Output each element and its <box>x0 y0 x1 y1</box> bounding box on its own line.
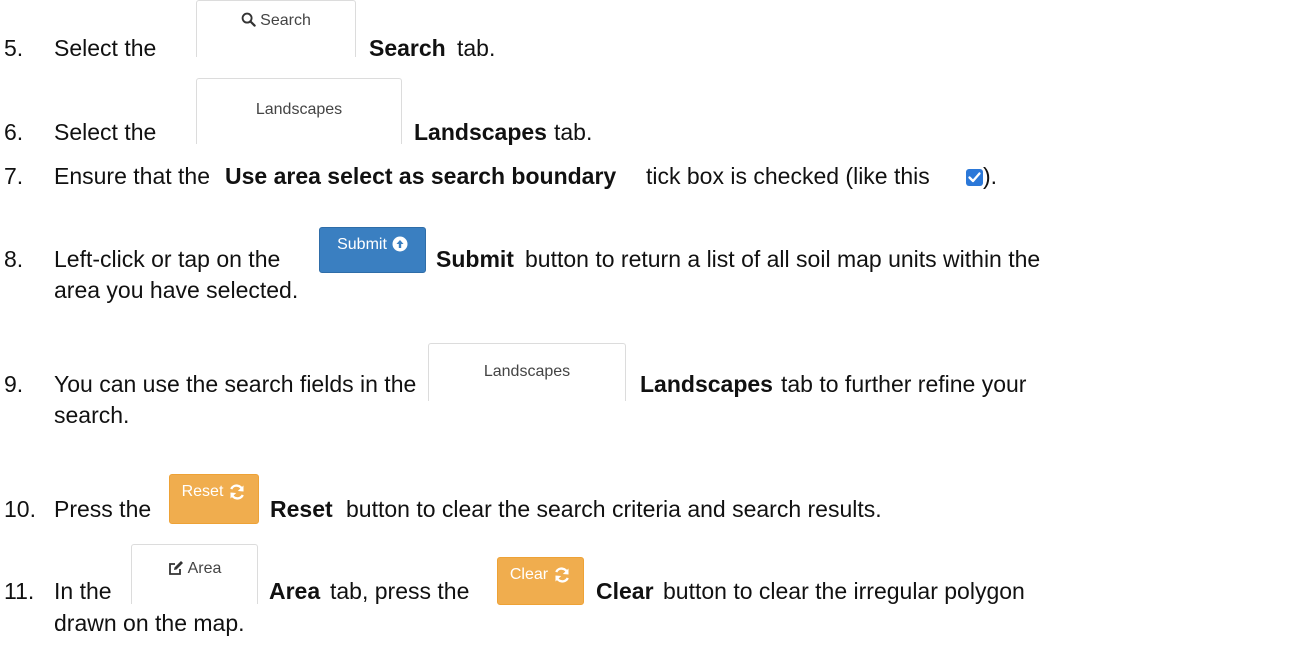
step-text-continued: search. <box>54 402 130 428</box>
step-text: button to return a list of all soil map … <box>525 246 1041 272</box>
button-label: Reset <box>181 483 224 500</box>
arrow-up-circle-icon <box>392 236 408 257</box>
button-label: Submit <box>337 236 387 253</box>
step-number: 10. <box>4 496 36 522</box>
step-text: button to clear the search criteria and … <box>346 496 882 522</box>
button-label: Clear <box>509 566 549 583</box>
tab-landscapes[interactable]: Landscapes <box>196 78 402 144</box>
search-icon <box>241 12 256 32</box>
step-text: You can use the search fields in the <box>54 371 417 397</box>
tab-area[interactable]: Area <box>131 544 258 604</box>
step-number: 7. <box>4 163 24 189</box>
step-number: 11. <box>4 578 35 604</box>
step-text: tab. <box>554 119 593 145</box>
edit-icon <box>168 560 184 581</box>
step-text-continued: drawn on the map. <box>54 610 245 636</box>
tab-label: Landscapes <box>255 101 343 118</box>
step-text-continued: area you have selected. <box>54 277 299 303</box>
step-text: tab. <box>457 35 496 61</box>
step-text: tab, press the <box>330 578 470 604</box>
tab-label: Area <box>187 560 222 577</box>
refresh-icon <box>553 566 571 589</box>
step-text: Press the <box>54 496 152 522</box>
checkbox-checked-icon <box>966 169 983 186</box>
step-number: 9. <box>4 371 24 397</box>
bold-term: Search <box>369 35 446 61</box>
tab-landscapes[interactable]: Landscapes <box>428 343 626 401</box>
step-text: Select the <box>54 35 157 61</box>
step-text: tick box is checked (like this <box>646 163 930 189</box>
bold-term: Landscapes <box>414 119 547 145</box>
tab-search[interactable]: Search <box>196 0 356 57</box>
step-number: 8. <box>4 246 24 272</box>
step-text: In the <box>54 578 112 604</box>
step-text-tail: ). <box>962 163 997 190</box>
step-text: Ensure that the <box>54 163 210 189</box>
tab-label: Search <box>260 12 311 29</box>
reset-button[interactable]: Reset <box>169 474 259 524</box>
bold-term: Submit <box>436 246 514 272</box>
step-text: Select the <box>54 119 157 145</box>
clear-button[interactable]: Clear <box>497 557 584 605</box>
step-number: 6. <box>4 119 24 145</box>
bold-term: Clear <box>596 578 654 604</box>
tab-label: Landscapes <box>483 363 571 380</box>
step-text: ). <box>983 163 998 189</box>
step-text: tab to further refine your <box>781 371 1027 397</box>
submit-button[interactable]: Submit <box>319 227 426 273</box>
bold-term: Landscapes <box>640 371 773 397</box>
refresh-icon <box>228 483 246 506</box>
step-text: button to clear the irregular polygon <box>663 578 1025 604</box>
bold-term: Area <box>269 578 321 604</box>
bold-term: Use area select as search boundary <box>225 163 617 189</box>
step-text: Left-click or tap on the <box>54 246 281 272</box>
step-number: 5. <box>4 35 24 61</box>
bold-term: Reset <box>270 496 333 522</box>
